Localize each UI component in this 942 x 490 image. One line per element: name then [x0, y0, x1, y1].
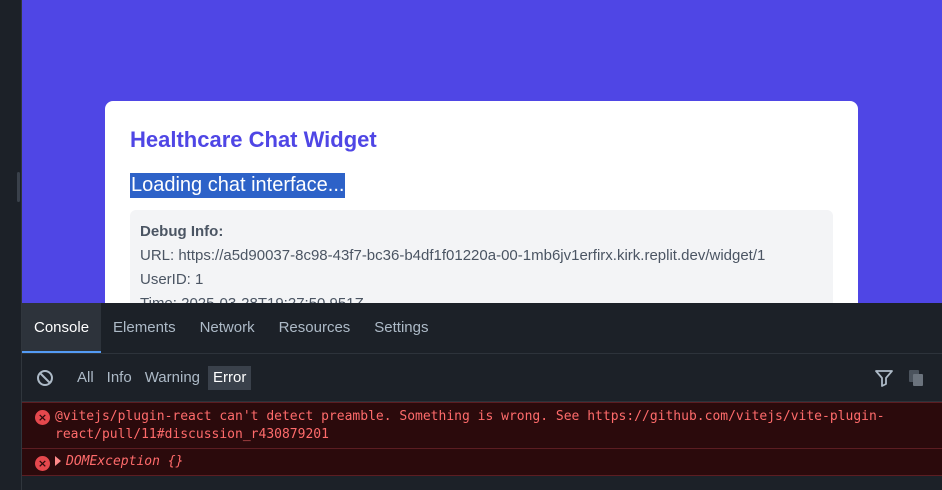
log-message: DOMException {} [66, 454, 184, 469]
filter-icon[interactable] [874, 368, 894, 388]
webview-preview: Healthcare Chat Widget Loading chat inte… [22, 0, 942, 303]
tab-console[interactable]: Console [22, 303, 102, 353]
widget-title: Healthcare Chat Widget [130, 127, 377, 152]
tab-network[interactable]: Network [188, 303, 267, 353]
loading-text: Loading chat interface... [130, 173, 346, 198]
console-toolbar-icons [874, 368, 926, 388]
debug-time: Time: 2025-03-28T19:27:50.951Z [140, 292, 823, 303]
widget-card: Healthcare Chat Widget Loading chat inte… [105, 101, 858, 303]
filter-warning[interactable]: Warning [140, 366, 205, 390]
filter-info[interactable]: Info [102, 366, 137, 390]
clear-console-icon[interactable] [36, 369, 54, 387]
console-filter-bar: All Info Warning Error [22, 354, 942, 402]
log-entry-error[interactable]: × DOMException {} [22, 449, 942, 476]
error-icon: × [35, 410, 50, 425]
app-root: Healthcare Chat Widget Loading chat inte… [0, 0, 942, 490]
devtools-tabs: Console Elements Network Resources Setti… [22, 303, 942, 354]
error-icon: × [35, 456, 50, 471]
log-message: @vitejs/plugin-react can't detect preamb… [55, 409, 885, 442]
tab-elements[interactable]: Elements [101, 303, 188, 353]
debug-user-id: UserID: 1 [140, 271, 204, 288]
filter-error[interactable]: Error [208, 365, 252, 390]
debug-heading: Debug Info: [140, 223, 224, 240]
log-entry-error[interactable]: × @vitejs/plugin-react can't detect prea… [22, 402, 942, 449]
left-gutter [0, 0, 22, 490]
debug-url: URL: https://a5d90037-8c98-43f7-bc36-b4d… [140, 247, 766, 264]
tab-resources[interactable]: Resources [267, 303, 363, 353]
devtools-panel: Console Elements Network Resources Setti… [22, 303, 942, 490]
expand-caret-icon[interactable] [55, 455, 61, 466]
tab-settings[interactable]: Settings [362, 303, 440, 353]
debug-info-box: Debug Info: URL: https://a5d90037-8c98-4… [130, 210, 833, 303]
filter-all[interactable]: All [72, 366, 99, 390]
copy-icon[interactable] [906, 368, 926, 388]
resize-handle[interactable] [17, 172, 20, 202]
